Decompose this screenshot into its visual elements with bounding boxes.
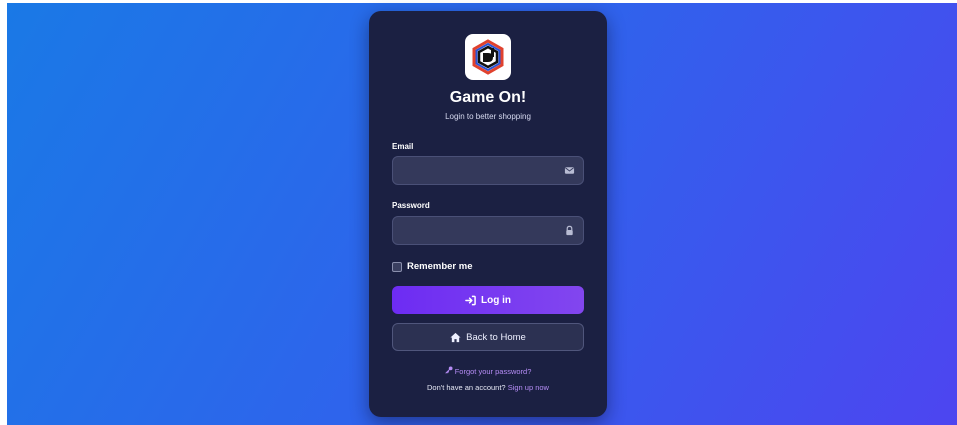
remember-me-label[interactable]: Remember me: [407, 261, 472, 272]
login-button-label: Log in: [481, 294, 511, 306]
lock-icon: [566, 225, 573, 236]
back-to-home-label: Back to Home: [466, 331, 526, 343]
remember-me-checkbox[interactable]: [392, 261, 402, 272]
password-field-wrapper: [392, 216, 584, 245]
email-input[interactable]: [393, 157, 583, 184]
forgot-password-link[interactable]: Forgot your password?: [369, 366, 607, 376]
key-icon: [445, 366, 453, 374]
hexagon-d-logo: [472, 39, 504, 75]
app-title: Game On!: [449, 89, 527, 106]
app-subtitle: Login to better shopping: [445, 112, 531, 121]
sign-in-icon: [465, 295, 476, 305]
email-field-wrapper: [392, 156, 584, 185]
back-to-home-button[interactable]: Back to Home: [392, 323, 584, 351]
app-logo: [465, 34, 511, 80]
login-button[interactable]: Log in: [392, 286, 584, 314]
email-label: Email: [392, 142, 414, 151]
login-card: Game On! Login to better shopping Email …: [369, 11, 607, 417]
forgot-password-label: Forgot your password?: [454, 366, 532, 376]
home-icon: [450, 332, 461, 342]
envelope-icon: [564, 167, 575, 174]
password-label: Password: [392, 201, 430, 210]
remember-me-row[interactable]: Remember me: [392, 261, 472, 272]
no-account-text: Don't have an account?: [427, 383, 506, 392]
signup-row: Don't have an account? Sign up now: [369, 383, 607, 392]
password-input[interactable]: [393, 217, 583, 244]
sign-up-link[interactable]: Sign up now: [508, 383, 549, 392]
